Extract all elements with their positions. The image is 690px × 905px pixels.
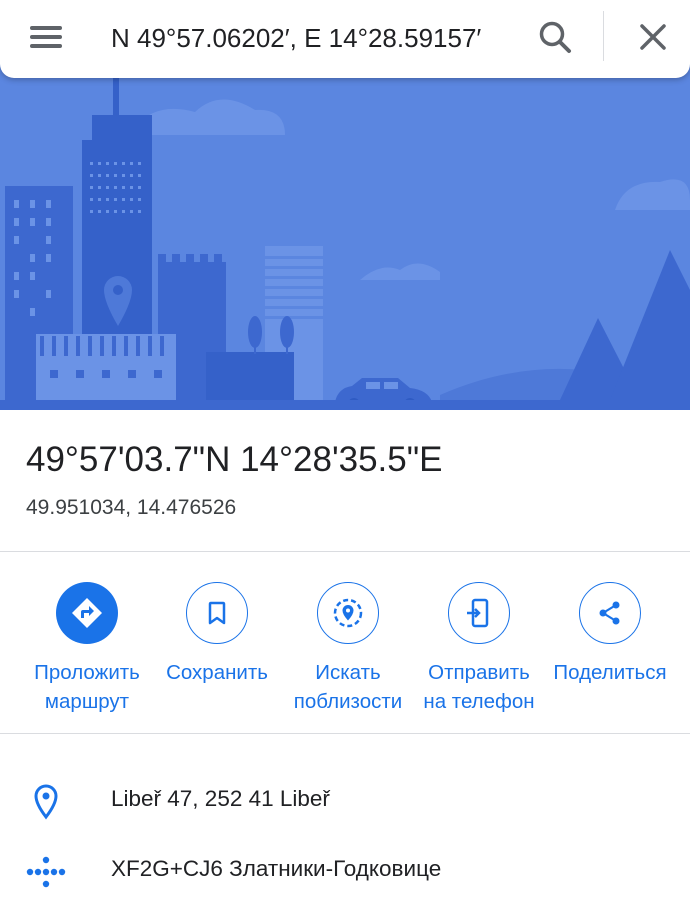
save-label: Сохранить xyxy=(166,661,268,684)
search-bar-divider xyxy=(603,11,604,61)
directions-label-line1: Проложить xyxy=(34,661,140,684)
close-icon xyxy=(640,24,666,50)
hamburger-menu-icon xyxy=(30,26,62,30)
search-icon xyxy=(539,21,571,53)
nearby-search-button[interactable]: Искать поблизости xyxy=(278,582,418,717)
bookmark-icon xyxy=(208,601,226,625)
send-to-phone-icon xyxy=(467,598,489,628)
send-to-phone-label-line1: Отправить xyxy=(428,661,530,684)
place-title: 49°57'03.7"N 14°28'35.5"E xyxy=(26,440,443,479)
nearby-label-line2: поблизости xyxy=(293,690,403,713)
save-button[interactable]: Сохранить xyxy=(147,582,287,717)
share-icon-circle xyxy=(579,582,641,644)
directions-icon-circle xyxy=(56,582,118,644)
directions-button[interactable]: Проложить маршрут xyxy=(17,582,157,717)
address-text: Libeř 47, 252 41 Libeř xyxy=(111,786,330,811)
place-decimal-coordinates: 49.951034, 14.476526 xyxy=(26,496,237,519)
nearby-label-line1: Искать xyxy=(315,661,381,684)
send-to-phone-button[interactable]: Отправить на телефон xyxy=(409,582,549,717)
close-button[interactable] xyxy=(630,14,676,60)
directions-icon xyxy=(72,598,102,628)
address-row[interactable]: Libeř 47, 252 41 Libeř xyxy=(0,770,690,830)
divider xyxy=(0,733,690,734)
share-icon xyxy=(599,601,620,625)
share-button[interactable]: Поделиться xyxy=(540,582,680,717)
plus-code-icon xyxy=(26,856,66,888)
send-to-phone-icon-circle xyxy=(448,582,510,644)
directions-label-line2: маршрут xyxy=(44,690,130,713)
plus-code-text: XF2G+CJ6 Златники-Годковице xyxy=(111,856,442,881)
search-query-text[interactable]: N 49°57.06202′, E 14°28.59157′ xyxy=(111,20,501,56)
hamburger-menu-icon-line xyxy=(30,35,62,39)
send-to-phone-label-line2: на телефон xyxy=(423,690,535,713)
nearby-icon-circle xyxy=(317,582,379,644)
divider xyxy=(0,551,690,552)
share-label: Поделиться xyxy=(553,661,667,684)
menu-button[interactable] xyxy=(22,17,70,57)
location-pin-icon xyxy=(34,784,58,820)
nearby-search-icon xyxy=(333,598,363,628)
save-icon-circle xyxy=(186,582,248,644)
plus-code-row[interactable]: XF2G+CJ6 Златники-Годковице xyxy=(0,840,690,900)
search-bar: N 49°57.06202′, E 14°28.59157′ xyxy=(0,0,690,78)
search-button[interactable] xyxy=(532,14,578,60)
hamburger-menu-icon-line xyxy=(30,44,62,48)
